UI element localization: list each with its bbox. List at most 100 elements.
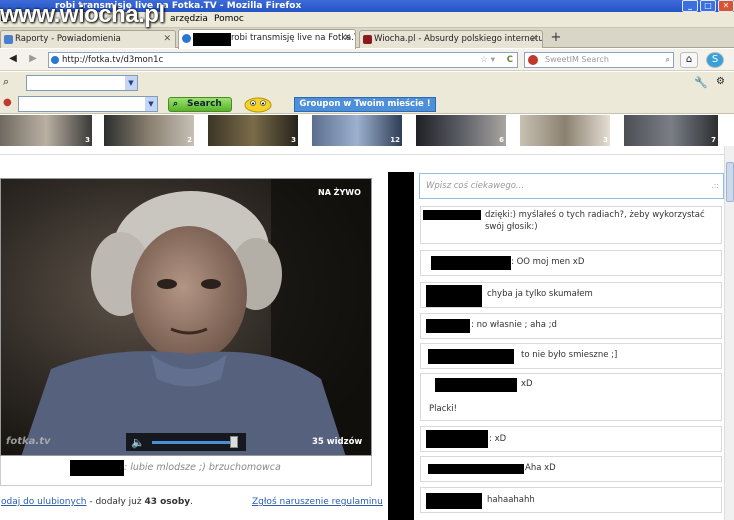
chat-text: to nie było smieszne ;]	[521, 350, 618, 360]
redaction	[428, 349, 514, 364]
home-icon[interactable]: ⌂	[680, 52, 698, 68]
redaction	[426, 285, 482, 307]
site-icon	[51, 56, 59, 64]
favorites-line: odaj do ulubionych - dodały już 43 osoby…	[1, 497, 193, 507]
menu-help[interactable]: Pomoc	[214, 14, 244, 24]
redaction	[423, 210, 481, 220]
skype-icon[interactable]: S	[706, 52, 724, 68]
viewer-count: 3	[291, 136, 296, 144]
sweetim-icon: ●	[3, 97, 12, 108]
search-combo[interactable]: ▼	[18, 96, 158, 112]
divider	[0, 154, 724, 155]
report-link[interactable]: Zgłoś naruszenie regulaminu	[252, 497, 383, 507]
watermark: www.wiocha.pl	[0, 1, 165, 28]
search-button[interactable]: ⌕ Search	[168, 97, 232, 112]
fotka-logo: fotka.tv	[6, 436, 51, 447]
video-frame	[1, 179, 371, 455]
viewer-count: 35 widzów	[312, 437, 363, 447]
toolbar-1: ⌕ ▼ 🔧 ⚙	[0, 72, 734, 166]
scrollbar-thumb[interactable]	[726, 162, 734, 202]
add-favorite-link[interactable]: odaj do ulubionych	[1, 497, 87, 507]
menu-tools[interactable]: arzędzia	[170, 14, 208, 24]
volume-slider[interactable]	[152, 441, 236, 444]
thumbnail[interactable]: 12	[312, 115, 402, 146]
live-badge: NA ŻYWO	[318, 188, 361, 197]
tab-label: robi transmisję live na Fotka.TV	[231, 33, 356, 43]
maximize-icon[interactable]: □	[700, 0, 716, 12]
bookmark-star-icon[interactable]: ☆ ▾	[480, 53, 495, 67]
stream-thumbnails: 3 2 3 12 6 3 7	[0, 115, 724, 146]
chat-message: hahaahahh	[420, 487, 722, 513]
favorites-text: - dodały już	[86, 497, 145, 507]
navigation-bar: ◀ ▶ http://fotka.tv/d3mon1c ☆ ▾ C SweetI…	[0, 49, 734, 71]
thumbnail[interactable]: 3	[520, 115, 610, 146]
chat-text: : xD	[489, 434, 507, 444]
thumbnail[interactable]: 7	[624, 115, 718, 146]
search-input[interactable]: SweetIM Search ⌕	[524, 52, 674, 68]
back-icon[interactable]: ◀	[4, 52, 22, 68]
chat-message: : OO moj men xD	[420, 250, 722, 276]
chat-message: dzięki:) myślałeś o tych radiach?, żeby …	[420, 206, 722, 244]
smiley-icon[interactable]	[243, 96, 273, 113]
tab-raporty[interactable]: Raporty - Powiadomienia ✕	[0, 30, 176, 48]
chat-message: Aha xD	[420, 456, 722, 482]
tab-bar: Raporty - Powiadomienia ✕ robi transmisj…	[0, 28, 734, 49]
favorites-count: 43 osoby	[144, 497, 191, 507]
redaction	[388, 172, 414, 520]
toolbar-combo[interactable]: ▼	[26, 75, 138, 91]
thumbnail[interactable]: 3	[208, 115, 298, 146]
chat-message: to nie było smieszne ;]	[420, 343, 722, 369]
redaction	[426, 430, 488, 448]
volume-knob[interactable]	[230, 436, 238, 448]
search-icon[interactable]: ⌕	[666, 53, 670, 67]
resize-grip-icon[interactable]: .::	[711, 174, 719, 198]
reload-icon[interactable]: C	[507, 53, 513, 67]
minimize-icon[interactable]: _	[682, 0, 698, 12]
close-icon[interactable]: ✕	[718, 0, 734, 12]
forward-icon[interactable]: ▶	[24, 52, 42, 68]
new-tab-button[interactable]: +	[547, 31, 565, 46]
chat-text: xD	[521, 379, 533, 389]
video-player[interactable]	[0, 178, 372, 456]
close-tab-icon[interactable]: ✕	[530, 31, 538, 47]
groupon-button[interactable]: Groupon w Twoim mieście !	[294, 97, 436, 112]
volume-icon[interactable]: 🔈	[131, 436, 145, 449]
redaction	[428, 464, 524, 474]
viewer-count: 6	[499, 136, 504, 144]
wiocha-icon	[363, 35, 372, 44]
close-tab-icon[interactable]: ✕	[163, 31, 171, 47]
redaction	[70, 460, 124, 476]
close-tab-icon[interactable]: ✕	[343, 30, 351, 46]
page-icon	[4, 35, 13, 44]
wrench-icon[interactable]: 🔧	[694, 76, 708, 89]
url-text: http://fotka.tv/d3mon1c	[62, 55, 164, 65]
thumbnail[interactable]: 3	[0, 115, 92, 146]
chat-message: xD Placki!	[420, 373, 722, 421]
video-controls: 🔈	[126, 433, 246, 451]
redaction	[426, 319, 470, 333]
tab-fotka[interactable]: robi transmisję live na Fotka.TV ✕	[178, 29, 356, 49]
redaction	[431, 256, 511, 270]
thumbnail[interactable]: 2	[104, 115, 194, 146]
redaction	[193, 33, 231, 46]
settings-icon[interactable]: ⚙	[716, 76, 725, 87]
search-placeholder: SweetIM Search	[545, 55, 609, 64]
thumbnail[interactable]: 6	[416, 115, 506, 146]
favorites-dot: .	[190, 497, 194, 507]
search-icon[interactable]: ⌕	[3, 75, 9, 89]
chat-message: chyba ja tylko skumałem	[420, 282, 722, 308]
viewer-count: 12	[390, 136, 400, 144]
viewer-count: 7	[711, 136, 716, 144]
chat-text: chyba ja tylko skumałem	[487, 289, 593, 299]
chat-placeholder: Wpisz coś ciekawego...	[426, 181, 525, 191]
chat-input[interactable]: Wpisz coś ciekawego... .::	[419, 173, 724, 199]
tab-wiocha[interactable]: Wiocha.pl - Absurdy polskiego internetu:…	[359, 30, 543, 48]
tab-label: Wiocha.pl - Absurdy polskiego internetu:…	[374, 34, 543, 44]
search-icon: ⌕	[173, 99, 179, 109]
chat-text: Placki!	[429, 404, 458, 414]
page-scrollbar[interactable]	[724, 146, 734, 520]
stream-caption: : lubie mlodsze ;) brzuchomowca	[124, 462, 281, 473]
redaction	[435, 378, 517, 392]
viewer-count: 3	[603, 136, 608, 144]
url-bar[interactable]: http://fotka.tv/d3mon1c ☆ ▾ C	[48, 52, 518, 68]
